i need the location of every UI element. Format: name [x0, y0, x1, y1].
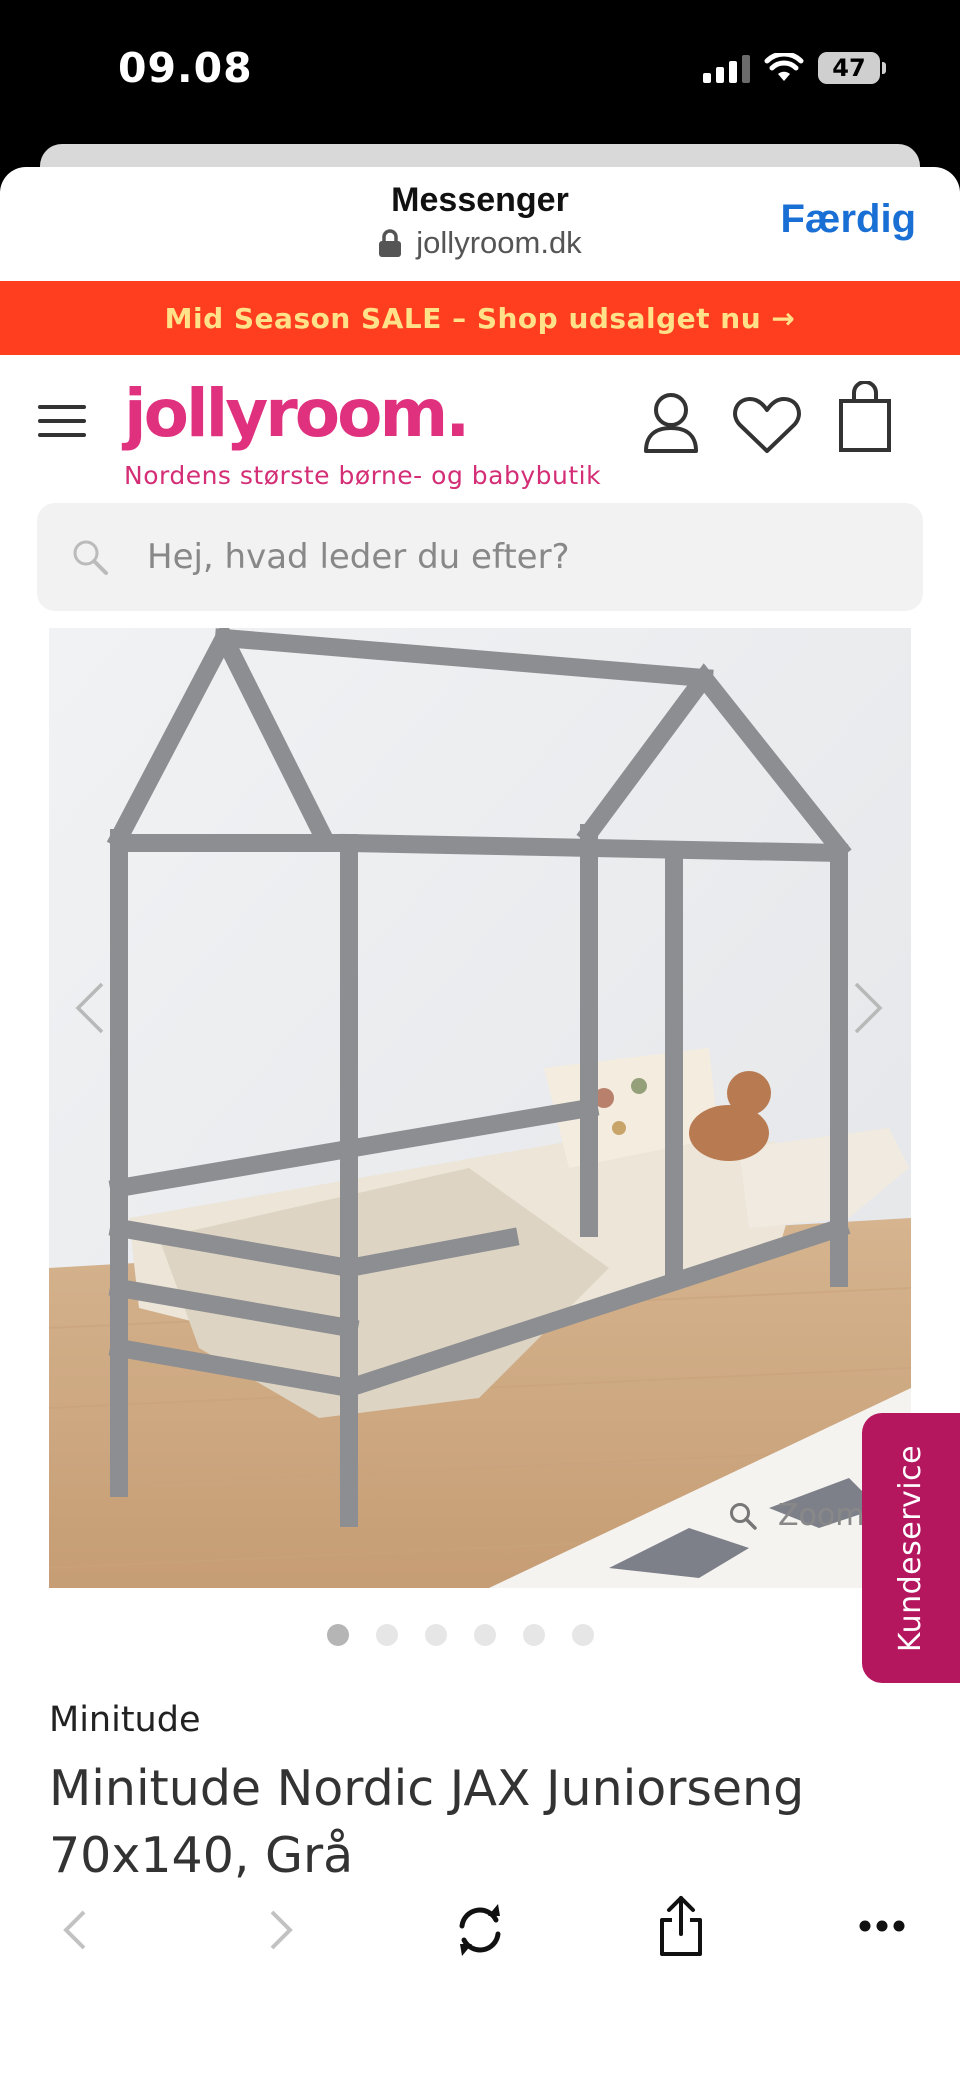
- site-tagline: Nordens største børne- og babybutik: [124, 461, 602, 490]
- signal-icon: [703, 53, 750, 83]
- gallery-dot[interactable]: [571, 1624, 594, 1646]
- search-input[interactable]: Hej, hvad leder du efter?: [37, 503, 923, 611]
- search-icon: [73, 540, 108, 575]
- gallery-dot[interactable]: [424, 1624, 447, 1646]
- product-image[interactable]: [49, 628, 911, 1588]
- menu-icon[interactable]: [38, 405, 86, 437]
- status-time: 09.08: [118, 44, 253, 92]
- status-icons: 47: [703, 52, 886, 84]
- promo-banner[interactable]: Mid Season SALE – Shop udsalget nu →: [0, 281, 960, 355]
- done-button[interactable]: Færdig: [780, 197, 916, 242]
- chevron-left-icon[interactable]: [72, 980, 106, 1036]
- battery-icon: 47: [818, 52, 886, 84]
- zoom-label: Zoom: [778, 1498, 865, 1533]
- status-bar: 09.08 47: [0, 0, 960, 145]
- site-logo[interactable]: jollyroom.: [124, 375, 470, 452]
- lock-icon: [379, 229, 402, 257]
- gallery-dot[interactable]: [522, 1624, 545, 1646]
- bag-icon[interactable]: [838, 381, 892, 453]
- heart-icon[interactable]: [732, 395, 802, 455]
- product-title: Minitude Nordic JAX Juniorseng 70x140, G…: [49, 1760, 805, 1884]
- sheet-header: Messenger jollyroom.dk Færdig: [0, 167, 960, 281]
- gallery-pagination: [0, 1624, 960, 1646]
- more-icon[interactable]: [858, 1918, 906, 1934]
- gallery-dot[interactable]: [473, 1624, 496, 1646]
- product-brand[interactable]: Minitude: [49, 1700, 200, 1740]
- wifi-icon: [764, 53, 804, 81]
- customer-service-label: Kundeservice: [893, 1444, 929, 1652]
- back-icon[interactable]: [60, 1908, 90, 1952]
- user-icon[interactable]: [642, 391, 700, 453]
- gallery-dot[interactable]: [375, 1624, 398, 1646]
- reload-icon[interactable]: [452, 1902, 508, 1958]
- customer-service-tab[interactable]: Kundeservice: [862, 1413, 960, 1683]
- chevron-right-icon[interactable]: [852, 980, 886, 1036]
- url-text: jollyroom.dk: [416, 225, 582, 260]
- browser-toolbar: [0, 1888, 960, 1968]
- search-placeholder: Hej, hvad leder du efter?: [147, 537, 570, 577]
- zoom-icon: [730, 1502, 757, 1530]
- share-icon[interactable]: [656, 1894, 706, 1958]
- product-photo: [49, 628, 911, 1588]
- zoom-button[interactable]: Zoom: [728, 1498, 864, 1533]
- site-header: jollyroom. Nordens største børne- og bab…: [0, 355, 960, 505]
- gallery-dot[interactable]: [326, 1624, 349, 1646]
- forward-icon[interactable]: [266, 1908, 296, 1952]
